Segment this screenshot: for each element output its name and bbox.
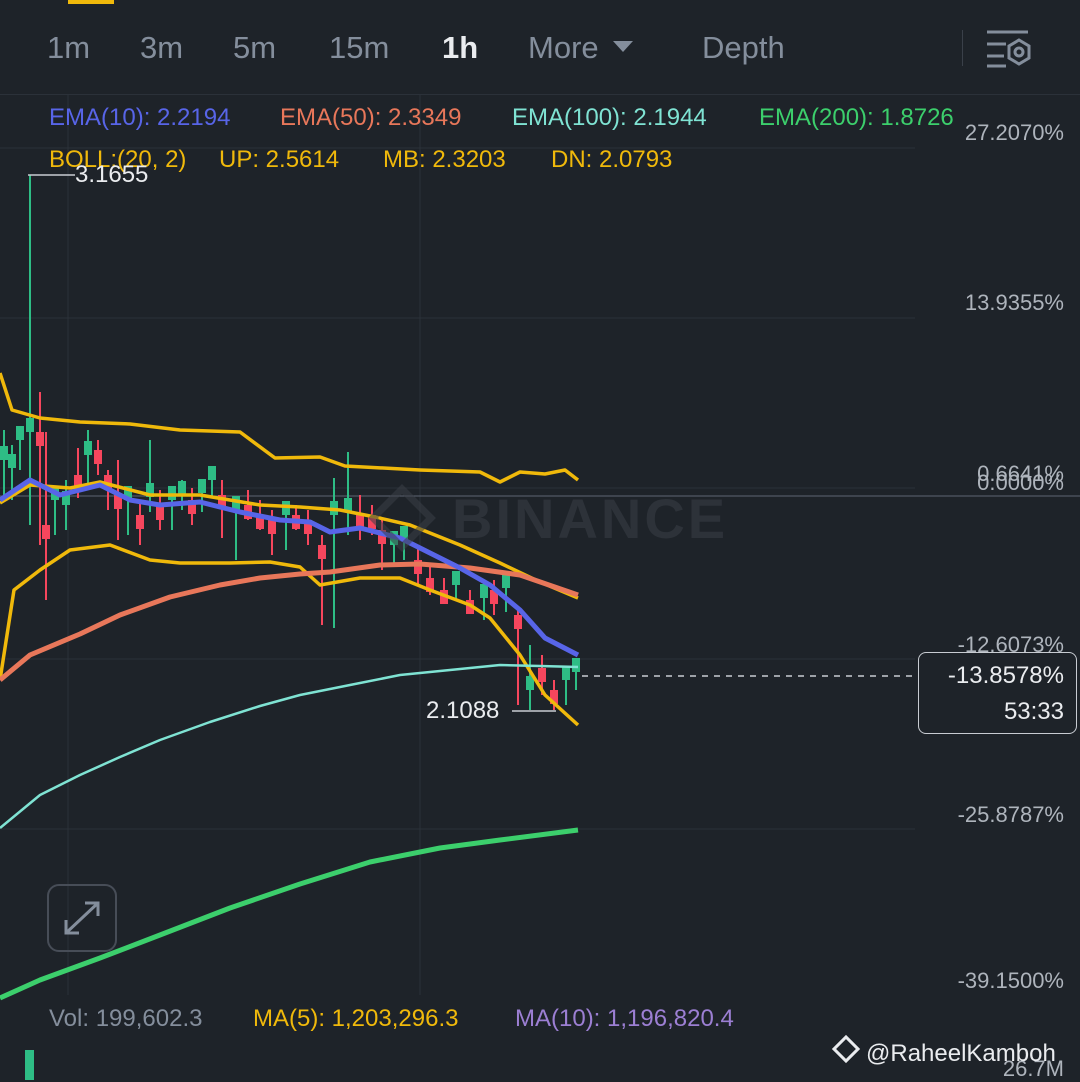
current-change-percent: -13.8578%: [947, 662, 1064, 689]
candle-body: [318, 545, 326, 559]
boll-dn-label: DN: 2.0793: [551, 146, 673, 173]
candle-body: [168, 486, 176, 500]
y-axis-label: 0.0000%: [977, 470, 1064, 495]
ema200-label: EMA(200): 1.8726: [759, 104, 954, 131]
expand-icon: [64, 901, 100, 935]
candle-body: [0, 446, 8, 460]
ema50-label: EMA(50): 2.3349: [280, 104, 462, 131]
candle-body: [480, 584, 488, 598]
candle-body: [208, 466, 216, 480]
candle-body: [26, 418, 34, 432]
candle-body: [502, 574, 510, 588]
candle-body: [572, 658, 580, 672]
candle-body: [452, 571, 460, 585]
binance-logo-icon: [368, 484, 436, 552]
volume-bar: [25, 1050, 34, 1080]
volume-ma5: MA(5): 1,203,296.3: [253, 1005, 459, 1032]
candle-body: [198, 479, 206, 493]
exchange-watermark: BINANCE: [368, 484, 728, 552]
author-logo-icon: [831, 1034, 861, 1064]
author-credit: @RaheelKamboh: [831, 1034, 1056, 1068]
candle-body: [16, 426, 24, 440]
candle-body: [94, 450, 102, 464]
candle-body: [178, 481, 186, 495]
candle-body: [268, 520, 276, 534]
fullscreen-button[interactable]: [47, 884, 117, 952]
candle-body: [136, 515, 144, 529]
boll-mb-label: MB: 2.3203: [383, 146, 506, 173]
boll-up-label: UP: 2.5614: [219, 146, 340, 173]
candle-body: [514, 615, 522, 629]
ema10-label: EMA(10): 2.2194: [49, 104, 231, 131]
y-axis-label: 13.9355%: [964, 290, 1064, 315]
boll-upper-line: [0, 372, 580, 484]
y-axis-label: -39.1500%: [957, 968, 1064, 993]
candle-body: [156, 506, 164, 520]
candle-body: [42, 525, 50, 539]
current-price-tag: -13.8578% 53:33: [918, 652, 1077, 734]
y-axis-label: -25.8787%: [957, 802, 1064, 827]
candle-countdown: 53:33: [1003, 698, 1064, 725]
ema100-line: [0, 663, 579, 829]
candle-body: [8, 454, 16, 468]
low-price-label: 2.1088: [426, 697, 500, 724]
candle-body: [84, 441, 92, 455]
volume-ma10: MA(10): 1,196,820.4: [515, 1005, 734, 1032]
ema100-label: EMA(100): 2.1944: [512, 104, 707, 131]
y-axis-label: 27.2070%: [964, 120, 1064, 145]
volume-value: Vol: 199,602.3: [49, 1005, 203, 1032]
candle-body: [562, 666, 570, 680]
high-price-label: 3.1655: [75, 161, 149, 188]
candle-body: [538, 668, 546, 682]
candle-body: [36, 432, 44, 446]
